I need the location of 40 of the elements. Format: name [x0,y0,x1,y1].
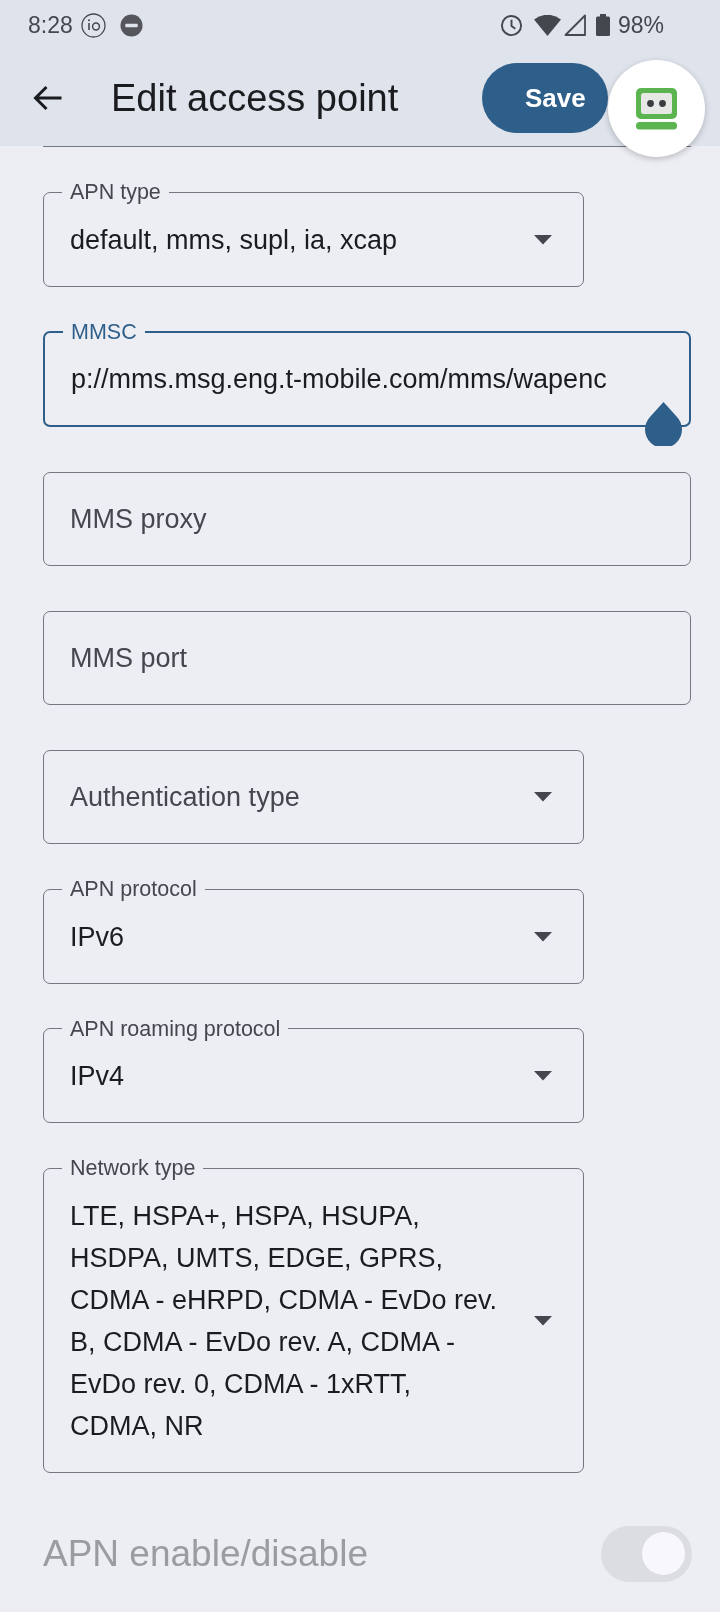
field-label: APN protocol [69,879,198,899]
dropdown-arrow-icon [534,792,552,802]
cursor-handle[interactable] [645,402,682,446]
dropdown-field[interactable]: APN protocol IPv6 [43,879,584,984]
do-not-disturb-icon [119,13,143,37]
robot-face-icon [636,87,677,130]
field-value: IPv6 [70,920,125,954]
dropdown-arrow-icon [534,234,552,245]
floating-bubble[interactable] [608,60,705,157]
field-label: Network type [69,1158,197,1178]
toggle-label: APN enable/disable [43,1532,368,1575]
dropdown-field[interactable]: Authentication type [43,750,584,844]
field-placeholder: Authentication type [70,781,300,814]
dropdown-arrow-icon [534,931,552,942]
dropdown-field[interactable]: APN roaming protocol IPv4 [43,1018,584,1123]
back-arrow-icon [33,85,63,111]
battery-icon [595,14,610,36]
field-label: APN roaming protocol [69,1018,282,1039]
dropdown-arrow-icon [534,1315,552,1326]
field-placeholder: MMS proxy [70,503,207,536]
field-label: MMSC [70,321,138,342]
field-value: IPv4 [70,1060,125,1093]
dropdown-field[interactable]: Network type LTE, HSPA+, HSPA, HSUPA, HSDPA, UMTS, EDGE, GPRS, CDMA - eHRPD, CDMA - EvDo rev. B, CDMA - EvDo rev. A, CDMA - EvDo rev. 0, CDMA - 1xRTT, CDMA, NR [43,1158,584,1473]
input-field[interactable]: MMS port [43,611,691,705]
circled-io-icon [80,12,106,38]
input-field[interactable]: MMS proxy [43,472,691,566]
dropdown-field[interactable]: APN type default, mms, supl, ia, xcap [43,182,584,287]
field-label: APN type [69,182,162,202]
field-placeholder: MMS port [70,642,188,675]
screen-title: Edit access point [111,76,399,120]
status-time: 8:28 [28,11,73,39]
field-value: p://mms.msg.eng.t-mobile.com/mms/wapenc [71,363,607,396]
dropdown-arrow-icon [534,1071,552,1081]
field-value: LTE, HSPA+, HSPA, HSUPA, HSDPA, UMTS, EDGE, GPRS, CDMA - eHRPD, CDMA - EvDo rev. B, CDMA - EvDo rev. A, CDMA - EvDo rev. 0, CDMA - 1xRTT, CDMA, NR [70,1199,499,1443]
field-value: default, mms, supl, ia, xcap [70,223,398,257]
alarm-clock-icon [499,13,523,37]
save-button[interactable]: Save [482,63,608,133]
battery-percent: 98% [617,11,664,39]
wifi-icon [533,14,561,36]
signal-icon [563,14,586,36]
